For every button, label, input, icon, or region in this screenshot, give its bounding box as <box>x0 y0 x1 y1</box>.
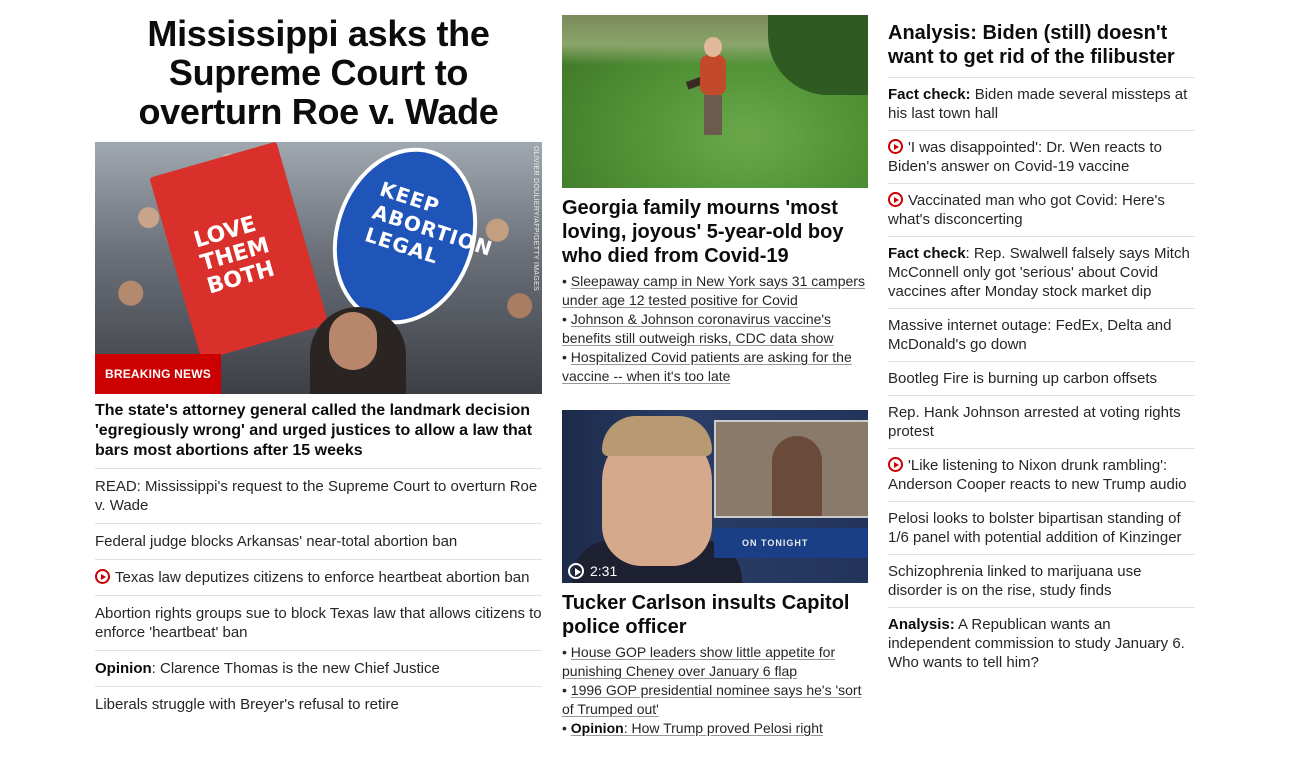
georgia-headline[interactable]: Georgia family mourns 'most loving, joyo… <box>562 196 868 268</box>
related-link[interactable]: READ: Mississippi's request to the Supre… <box>95 478 537 514</box>
lead-headline[interactable]: Mississippi asks the Supreme Court to ov… <box>95 14 542 131</box>
list-item: • Johnson & Johnson coronavirus vaccine'… <box>562 311 834 346</box>
list-item[interactable]: Analysis: A Republican wants an independ… <box>888 608 1195 679</box>
boy-legs <box>704 95 722 135</box>
headline-link[interactable]: Schizophrenia linked to marijuana use di… <box>888 563 1141 599</box>
list-item[interactable]: Texas law deputizes citizens to enforce … <box>95 560 542 596</box>
headline-link[interactable]: Pelosi looks to bolster bipartisan stand… <box>888 510 1182 546</box>
list-item[interactable]: Bootleg Fire is burning up carbon offset… <box>888 362 1195 396</box>
opinion-label: Opinion <box>95 660 152 677</box>
filibuster-headline[interactable]: Analysis: Biden (still) doesn't want to … <box>888 21 1195 78</box>
headline-link[interactable]: Rep. Hank Johnson arrested at voting rig… <box>888 404 1181 440</box>
photo-credit: OLIVIER DOULIERY/AFP/GETTY IMAGES <box>532 146 539 292</box>
sign-text-love: LOVE THEM BOTH <box>191 211 278 300</box>
fact-check-label: Fact check: <box>888 86 971 103</box>
related-link[interactable]: Abortion rights groups sue to block Texa… <box>95 605 542 641</box>
middle-column: Georgia family mourns 'most loving, joyo… <box>562 15 868 738</box>
related-link[interactable]: Liberals struggle with Breyer's refusal … <box>95 696 399 713</box>
tucker-video-thumbnail[interactable]: ON TONIGHT 2:31 <box>562 410 868 583</box>
headline-link[interactable]: 'I was disappointed': Dr. Wen reacts to … <box>888 139 1162 175</box>
video-duration-badge[interactable]: 2:31 <box>568 563 617 579</box>
list-item[interactable]: Pelosi looks to bolster bipartisan stand… <box>888 502 1195 555</box>
list-item[interactable]: Liberals struggle with Breyer's refusal … <box>95 687 542 722</box>
background-bush <box>768 15 868 95</box>
lead-image[interactable]: LOVE THEM BOTH KEEP ABORTION LEGAL OLIVI… <box>95 142 542 394</box>
list-item[interactable]: Vaccinated man who got Covid: Here's wha… <box>888 184 1195 237</box>
covid-link[interactable]: Hospitalized Covid patients are asking f… <box>562 349 852 384</box>
right-column: Analysis: Biden (still) doesn't want to … <box>888 21 1195 679</box>
analysis-label: Analysis: <box>888 616 955 633</box>
officer-figure <box>772 436 822 516</box>
inset-officer-image <box>714 420 868 518</box>
georgia-boy-image[interactable] <box>562 15 868 188</box>
gop-link[interactable]: 1996 GOP presidential nominee says he's … <box>562 682 862 717</box>
list-item[interactable]: Massive internet outage: FedEx, Delta an… <box>888 309 1195 362</box>
list-item: • Opinion: How Trump proved Pelosi right <box>562 720 823 736</box>
list-item[interactable]: Fact check: Rep. Swalwell falsely says M… <box>888 237 1195 309</box>
related-link[interactable]: Texas law deputizes citizens to enforce … <box>115 569 529 586</box>
headline-link[interactable]: Massive internet outage: FedEx, Delta an… <box>888 317 1172 353</box>
list-item[interactable]: Federal judge blocks Arkansas' near-tota… <box>95 524 542 560</box>
list-item: • Sleepaway camp in New York says 31 cam… <box>562 273 865 308</box>
list-item[interactable]: Abortion rights groups sue to block Texa… <box>95 596 542 651</box>
gop-link[interactable]: House GOP leaders show little appetite f… <box>562 644 835 679</box>
list-item[interactable]: Schizophrenia linked to marijuana use di… <box>888 555 1195 608</box>
list-item[interactable]: Rep. Hank Johnson arrested at voting rig… <box>888 396 1195 449</box>
list-item: • 1996 GOP presidential nominee says he'… <box>562 682 862 717</box>
list-item[interactable]: Opinion: Clarence Thomas is the new Chie… <box>95 651 542 687</box>
list-item[interactable]: Fact check: Biden made several missteps … <box>888 78 1195 131</box>
play-video-icon <box>888 139 903 154</box>
opinion-label: Opinion <box>570 720 624 736</box>
play-video-icon <box>95 569 110 584</box>
link-text: : How Trump proved Pelosi right <box>623 720 823 736</box>
play-video-icon <box>888 192 903 207</box>
related-link[interactable]: Federal judge blocks Arkansas' near-tota… <box>95 533 457 550</box>
list-item[interactable]: READ: Mississippi's request to the Supre… <box>95 469 542 524</box>
protester-face <box>329 312 377 370</box>
covid-link[interactable]: Johnson & Johnson coronavirus vaccine's … <box>562 311 834 346</box>
boy-figure <box>700 55 726 95</box>
lead-story-column: Mississippi asks the Supreme Court to ov… <box>95 14 542 722</box>
video-duration: 2:31 <box>590 563 618 579</box>
list-item[interactable]: 'Like listening to Nixon drunk rambling'… <box>888 449 1195 502</box>
boy-head <box>704 37 722 57</box>
covid-link[interactable]: Sleepaway camp in New York says 31 campe… <box>562 273 865 308</box>
fact-check-label: Fact check <box>888 245 966 262</box>
play-icon <box>568 563 584 579</box>
headline-list: Fact check: Biden made several missteps … <box>888 78 1195 679</box>
tucker-headline[interactable]: Tucker Carlson insults Capitol police of… <box>562 591 868 639</box>
anchor-hair <box>602 416 712 456</box>
gop-links-list: • House GOP leaders show little appetite… <box>562 643 868 738</box>
lead-description[interactable]: The state's attorney general called the … <box>95 401 542 469</box>
tv-lower-banner: ON TONIGHT <box>714 528 868 558</box>
gop-link[interactable]: Opinion: How Trump proved Pelosi right <box>571 720 823 736</box>
play-video-icon <box>888 457 903 472</box>
headline-link[interactable]: Bootleg Fire is burning up carbon offset… <box>888 370 1157 387</box>
list-item: • House GOP leaders show little appetite… <box>562 644 836 679</box>
related-link[interactable]: : Clarence Thomas is the new Chief Justi… <box>152 660 440 677</box>
list-item[interactable]: 'I was disappointed': Dr. Wen reacts to … <box>888 131 1195 184</box>
covid-links-list: • Sleepaway camp in New York says 31 cam… <box>562 272 868 386</box>
list-item: • Hospitalized Covid patients are asking… <box>562 349 852 384</box>
headline-link[interactable]: Vaccinated man who got Covid: Here's wha… <box>888 192 1165 228</box>
headline-link[interactable]: 'Like listening to Nixon drunk rambling'… <box>888 457 1187 493</box>
breaking-news-badge: BREAKING NEWS <box>95 354 221 394</box>
related-links-list: READ: Mississippi's request to the Supre… <box>95 469 542 722</box>
